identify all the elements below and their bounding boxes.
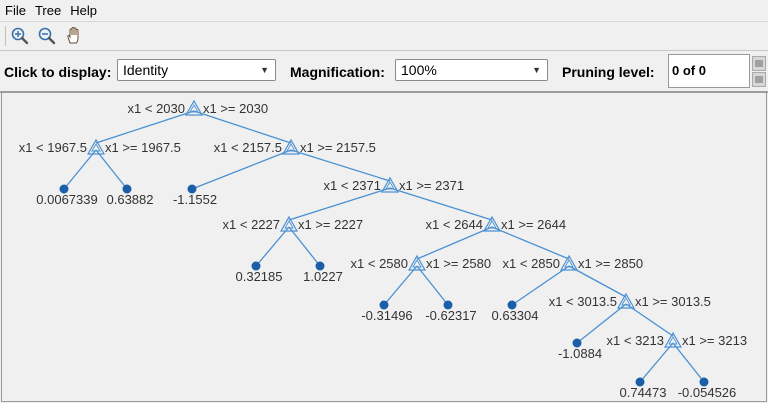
zoom-out-button[interactable] xyxy=(35,24,59,48)
pruning-level-value: 0 of 0 xyxy=(672,63,706,78)
branch-right-label: x1 >= 2227 xyxy=(298,217,363,232)
branch-right-label: x1 >= 3013.5 xyxy=(635,294,711,309)
branch-left-label: x1 < 2157.5 xyxy=(214,140,282,155)
pruning-level-field[interactable]: 0 of 0 xyxy=(668,54,750,88)
branch-right-label: x1 >= 2157.5 xyxy=(300,140,376,155)
tree-edge xyxy=(672,342,705,383)
branch-right-label: x1 >= 1967.5 xyxy=(105,140,181,155)
display-label: Click to display: xyxy=(4,64,112,80)
tree-labels: x1 < 2030 x1 >= 2030 x1 < 1967.5 x1 >= 1967… xyxy=(19,101,747,400)
leaf-value-label: -1.0884 xyxy=(558,346,602,361)
pan-hand-icon xyxy=(67,26,79,44)
tree-edge xyxy=(288,226,321,267)
branch-right-label: x1 >= 2371 xyxy=(399,178,464,193)
branch-right-label: x1 >= 3213 xyxy=(682,333,747,348)
tree-edge xyxy=(191,149,292,190)
pan-button[interactable] xyxy=(62,24,86,48)
tree-diagram: x1 < 2030 x1 >= 2030 x1 < 1967.5 x1 >= 1967… xyxy=(19,99,747,400)
branch-node[interactable] xyxy=(616,292,636,309)
leaf-value-label: -0.62317 xyxy=(425,308,476,323)
tree-canvas-frame: x1 < 2030 x1 >= 2030 x1 < 1967.5 x1 >= 1967… xyxy=(1,93,767,402)
tree-edge xyxy=(255,226,290,267)
leaf-value-label: 0.63304 xyxy=(492,308,539,323)
branch-left-label: x1 < 2644 xyxy=(426,217,483,232)
menu-help[interactable]: Help xyxy=(65,0,101,21)
display-select[interactable]: Identity ▼ xyxy=(117,59,276,81)
branch-node[interactable] xyxy=(559,254,579,271)
branch-left-label: x1 < 2227 xyxy=(223,217,280,232)
menu-tree[interactable]: Tree xyxy=(30,0,65,21)
branch-node[interactable] xyxy=(279,215,299,232)
pruning-label: Pruning level: xyxy=(562,64,655,80)
chevron-down-icon: ▼ xyxy=(532,65,541,75)
tree-edge xyxy=(383,265,418,306)
leaf-value-label: -0.31496 xyxy=(361,308,412,323)
tree-edge xyxy=(63,149,97,190)
chevron-down-icon: ▼ xyxy=(260,65,269,75)
tree-edge xyxy=(416,265,449,306)
branch-right-label: x1 >= 2850 xyxy=(578,256,643,271)
branch-right-label: x1 >= 2644 xyxy=(501,217,566,232)
magnification-select-value: 100% xyxy=(401,62,437,78)
toolbar xyxy=(0,22,768,51)
zoom-in-button[interactable] xyxy=(8,24,32,48)
branch-left-label: x1 < 2371 xyxy=(324,178,381,193)
leaf-value-label: 0.0067339 xyxy=(36,192,97,207)
branch-left-label: x1 < 3213 xyxy=(607,333,664,348)
leaf-value-label: 0.32185 xyxy=(236,269,283,284)
leaf-value-label: 1.0227 xyxy=(303,269,343,284)
leaf-value-label: 0.63882 xyxy=(107,192,154,207)
toolbar-separator xyxy=(5,26,6,46)
tree-canvas[interactable]: x1 < 2030 x1 >= 2030 x1 < 1967.5 x1 >= 1967… xyxy=(0,92,768,403)
magnification-label: Magnification: xyxy=(290,64,385,80)
leaf-value-label: -0.054526 xyxy=(678,385,737,400)
branch-left-label: x1 < 2030 xyxy=(128,101,185,116)
menu-file[interactable]: File xyxy=(0,0,30,21)
display-select-value: Identity xyxy=(123,62,169,78)
leaf-value-label: 0.74473 xyxy=(620,385,667,400)
branch-right-label: x1 >= 2580 xyxy=(426,256,491,271)
magnification-select[interactable]: 100% ▼ xyxy=(395,59,548,81)
zoom-out-icon xyxy=(38,27,56,45)
branch-node[interactable] xyxy=(663,331,683,348)
branch-node[interactable] xyxy=(407,254,427,271)
branch-right-label: x1 >= 2030 xyxy=(203,101,268,116)
pruning-increase-button[interactable] xyxy=(752,56,766,71)
leaf-value-label: -1.1552 xyxy=(173,192,217,207)
zoom-in-icon xyxy=(11,27,29,45)
branch-left-label: x1 < 2580 xyxy=(351,256,408,271)
branch-node[interactable] xyxy=(86,138,106,155)
branch-left-label: x1 < 3013.5 xyxy=(549,294,617,309)
pruning-decrease-button[interactable] xyxy=(752,72,766,87)
tree-edge xyxy=(639,342,674,383)
tree-edge xyxy=(95,149,128,190)
branch-left-label: x1 < 2850 xyxy=(503,256,560,271)
menu-bar: File Tree Help xyxy=(0,0,768,22)
branch-left-label: x1 < 1967.5 xyxy=(19,140,87,155)
controls-panel: Click to display: Identity ▼ Magnificati… xyxy=(0,51,768,92)
